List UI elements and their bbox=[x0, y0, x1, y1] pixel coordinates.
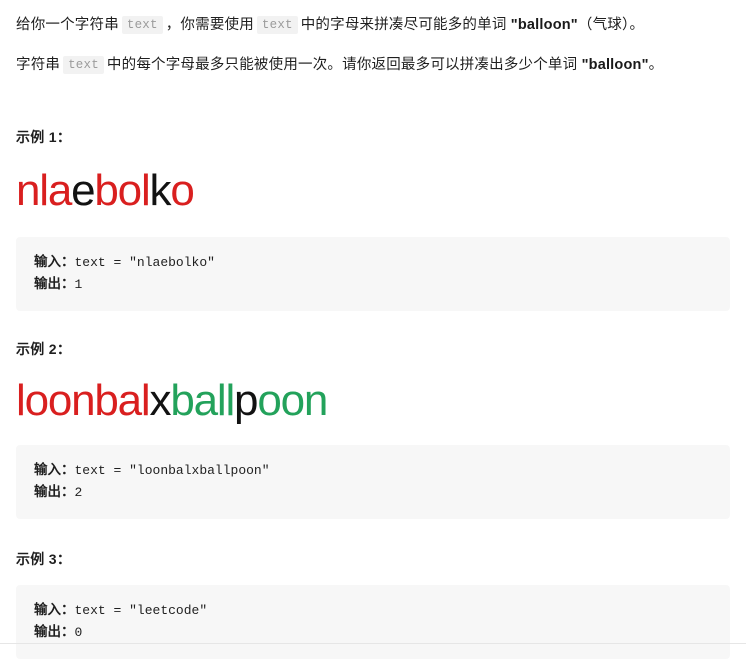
inline-code-text-3: text bbox=[63, 56, 104, 75]
desc2-part3: 。 bbox=[648, 57, 664, 74]
example-3-output-label: 输出： bbox=[34, 624, 75, 640]
example-1-output-line: 输出：1 bbox=[34, 273, 712, 295]
example-3-input-value: text = "leetcode" bbox=[74, 603, 208, 619]
desc2-bold-balloon: "balloon" bbox=[581, 57, 649, 74]
desc1-part4: （气球） bbox=[577, 17, 630, 33]
sample1-seg-4: o bbox=[170, 165, 194, 215]
example-1-input-line: 输入：text = "nlaebolko" bbox=[34, 251, 712, 273]
example-2-sample-string: loonbalxballpoon bbox=[16, 359, 730, 423]
example-2-output-label: 输出： bbox=[34, 484, 75, 500]
example-2-output-value: 2 bbox=[74, 485, 83, 501]
example-1-code-wrap: 输入：text = "nlaebolko" 输出：1 bbox=[0, 213, 746, 312]
example-2-input-value: text = "loonbalxballpoon" bbox=[74, 463, 270, 479]
desc2-part2: 中的每个字母最多只能被使用一次。请你返回最多可以拼凑出多少个单词 bbox=[106, 57, 578, 74]
example-1-input-value: text = "nlaebolko" bbox=[74, 254, 215, 270]
example-2-code-wrap: 输入：text = "loonbalxballpoon" 输出：2 bbox=[0, 423, 746, 520]
sample1-seg-2: bol bbox=[94, 165, 150, 215]
example-2-code-block: 输入：text = "loonbalxballpoon" 输出：2 bbox=[16, 445, 730, 520]
inline-code-text-2: text bbox=[256, 16, 298, 34]
example-2-input-label: 输入： bbox=[34, 462, 75, 478]
example-3-section: 示例 3： bbox=[0, 519, 746, 569]
example-2-heading: 示例 2： bbox=[16, 341, 72, 358]
example-2-input-line: 输入：text = "loonbalxballpoon" bbox=[34, 459, 712, 481]
example-1-input-label: 输入： bbox=[34, 253, 75, 269]
sample2-seg-2: ball bbox=[170, 376, 235, 426]
description-paragraph-2: 字符串 text 中的每个字母最多只能被使用一次。请你返回最多可以拼凑出多少个单词 … bbox=[16, 37, 730, 77]
desc1-part5: 。 bbox=[629, 17, 645, 33]
desc2-part1: 字符串 bbox=[16, 57, 61, 74]
example-3-input-line: 输入：text = "leetcode" bbox=[34, 599, 712, 621]
example-3-heading: 示例 3： bbox=[16, 551, 72, 568]
sample1-seg-1: e bbox=[71, 165, 95, 215]
example-3-input-label: 输入： bbox=[34, 602, 75, 618]
description-paragraph-1: 给你一个字符串 text ，你需要使用 text 中的字母来拼凑尽可能多的单词 "bal… bbox=[16, 0, 730, 37]
example-3-code-wrap: 输入：text = "leetcode" 输出：0 bbox=[0, 569, 746, 659]
example-1-heading: 示例 1： bbox=[16, 128, 72, 145]
example-1-output-value: 1 bbox=[74, 277, 83, 293]
desc1-part2: ，你需要使用 bbox=[165, 17, 254, 33]
example-3-output-line: 输出：0 bbox=[34, 621, 712, 643]
example-3-code-block: 输入：text = "leetcode" 输出：0 bbox=[16, 585, 730, 659]
sample2-seg-0: loonbal bbox=[16, 376, 151, 426]
example-2-output-line: 输出：2 bbox=[34, 481, 712, 503]
sample2-seg-1: x bbox=[149, 376, 172, 426]
desc1-part3: 中的字母来拼凑尽可能多的单词 bbox=[300, 17, 507, 33]
example-1-sample-string: nlaebolko bbox=[16, 147, 730, 213]
bottom-divider bbox=[0, 643, 746, 644]
sample2-seg-4: oon bbox=[257, 376, 328, 426]
problem-description: 给你一个字符串 text ，你需要使用 text 中的字母来拼凑尽可能多的单词 "bal… bbox=[0, 0, 746, 213]
example-1-output-label: 输出： bbox=[34, 276, 75, 292]
desc1-bold-balloon: "balloon" bbox=[510, 17, 578, 33]
example-2-section: 示例 2： loonbalxballpoon bbox=[0, 311, 746, 423]
example-3-output-value: 0 bbox=[74, 625, 83, 641]
sample1-seg-0: nla bbox=[16, 165, 72, 215]
desc1-part1: 给你一个字符串 bbox=[16, 17, 119, 33]
example-1-code-block: 输入：text = "nlaebolko" 输出：1 bbox=[16, 236, 730, 312]
inline-code-text-1: text bbox=[121, 16, 163, 34]
sample1-seg-3: k bbox=[149, 165, 172, 215]
sample2-seg-3: p bbox=[234, 376, 258, 426]
